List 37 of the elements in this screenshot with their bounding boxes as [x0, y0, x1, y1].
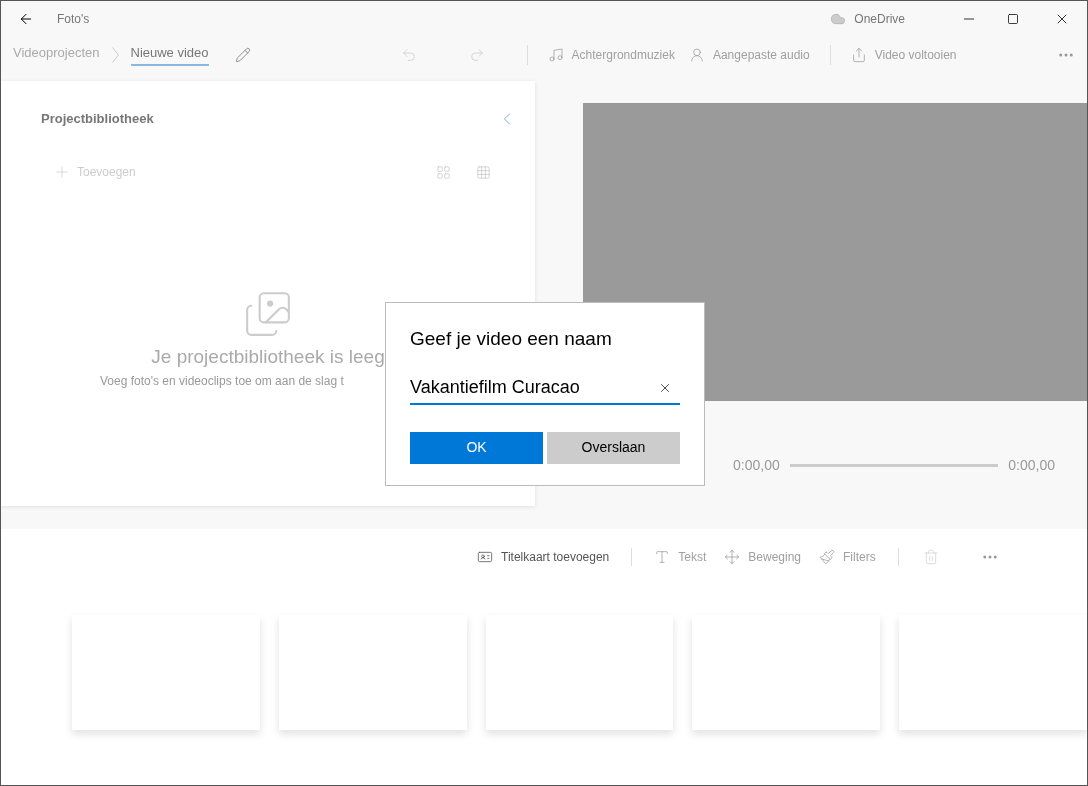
storyboard-slot[interactable]	[899, 615, 1087, 730]
plus-icon	[53, 163, 71, 181]
breadcrumb-link[interactable]: Videoprojecten	[13, 42, 100, 67]
skip-button[interactable]: Overslaan	[547, 431, 680, 464]
empty-text: Voeg foto's en videoclips toe om aan de slag t	[100, 372, 344, 390]
total-time: 0:00,00	[1008, 456, 1055, 475]
share-icon	[850, 46, 867, 63]
undo-icon[interactable]	[400, 46, 417, 63]
ok-button[interactable]: OK	[410, 431, 543, 464]
grid-icon[interactable]	[436, 164, 451, 180]
panel-title: Projectbibliotheek	[41, 110, 154, 129]
grid-icon[interactable]	[476, 164, 491, 180]
storyboard-slot[interactable]	[485, 615, 674, 730]
empty-title: Je projectbibliotheek is leeg	[151, 345, 385, 369]
chevron-icon	[111, 46, 119, 63]
trash-icon[interactable]	[922, 549, 939, 565]
media-icon	[243, 289, 293, 339]
app-title: Foto's	[57, 10, 90, 28]
redo-icon[interactable]	[468, 46, 485, 63]
name-field[interactable]: Vakantiefilm Curacao	[410, 373, 680, 405]
maximize-icon[interactable]	[1007, 12, 1019, 25]
music-note-icon	[547, 46, 564, 63]
text-icon	[654, 549, 671, 565]
dialog-title: Geef je video een naam	[410, 327, 613, 351]
current-time: 0:00,00	[733, 456, 780, 475]
toolbar-button[interactable]: Titelkaart toevoegen	[473, 548, 614, 566]
brush-icon	[819, 549, 836, 565]
storyboard-slot[interactable]	[72, 615, 260, 730]
cloud-label: OneDrive	[854, 10, 905, 28]
seek-track[interactable]	[789, 464, 999, 467]
breadcrumb-link[interactable]: Nieuwe video	[130, 42, 209, 67]
move-icon	[724, 549, 741, 565]
storyboard-slot[interactable]	[278, 615, 467, 730]
storyboard-slot[interactable]	[692, 615, 881, 730]
card-icon	[477, 549, 493, 565]
pencil-icon[interactable]	[234, 46, 251, 63]
person-icon	[688, 46, 705, 63]
